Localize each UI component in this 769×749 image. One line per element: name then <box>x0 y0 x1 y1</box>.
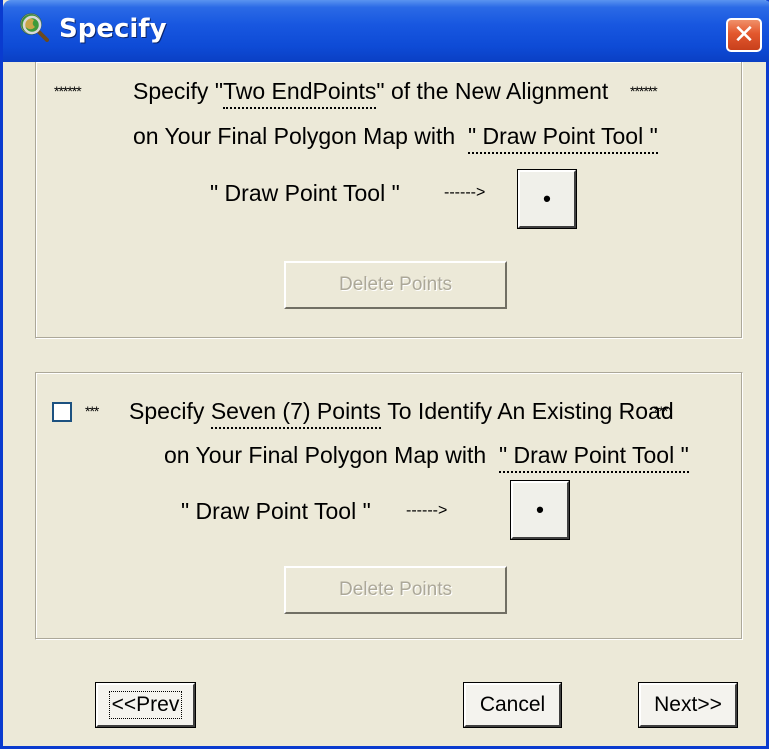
specify-dialog: Specify ✕ ****** Specify "Two EndPoints"… <box>0 0 769 749</box>
two-endpoints-text: Two EndPoints <box>222 78 377 109</box>
delete-points-button-2[interactable]: Delete Points <box>284 566 507 614</box>
section2-stars-left: *** <box>85 403 99 419</box>
section1-instruction-line1: Specify "Two EndPoints" of the New Align… <box>133 77 608 109</box>
section1-arrow: ------> <box>444 184 486 201</box>
delete-points-button-1[interactable]: Delete Points <box>284 261 507 309</box>
title-bar[interactable]: Specify ✕ <box>3 0 769 62</box>
section2-instruction-line2: on Your Final Polygon Map with " Draw Po… <box>164 441 689 473</box>
section1-stars-right: ****** <box>630 83 658 99</box>
section1-instruction-line2: on Your Final Polygon Map with " Draw Po… <box>133 122 658 154</box>
next-button[interactable]: Next>> <box>638 682 738 728</box>
prev-button[interactable]: <<Prev <box>95 682 196 728</box>
section2-instruction-line1: Specify Seven (7) Points To Identify An … <box>129 397 674 429</box>
window-title: Specify <box>59 14 167 44</box>
draw-point-tool-button-2[interactable]: • <box>510 480 570 540</box>
app-globe-icon <box>20 13 49 42</box>
section2-arrow: ------> <box>406 502 448 519</box>
draw-point-tool-text: " Draw Point Tool " <box>467 123 658 154</box>
section2-stars-right: *** <box>654 403 668 419</box>
point-icon: • <box>543 186 551 211</box>
point-icon: • <box>536 497 544 522</box>
close-icon: ✕ <box>733 20 755 50</box>
section2-tool-label: " Draw Point Tool " <box>181 498 371 524</box>
draw-point-tool-text-2: " Draw Point Tool " <box>498 442 689 473</box>
section1-stars-left: ****** <box>54 83 82 99</box>
cancel-button[interactable]: Cancel <box>463 682 562 728</box>
section1-tool-label: " Draw Point Tool " <box>210 180 400 206</box>
draw-point-tool-button-1[interactable]: • <box>517 169 577 229</box>
existing-road-checkbox[interactable] <box>52 402 72 422</box>
close-button[interactable]: ✕ <box>726 18 762 52</box>
seven-points-text: Seven (7) Points <box>210 398 381 429</box>
